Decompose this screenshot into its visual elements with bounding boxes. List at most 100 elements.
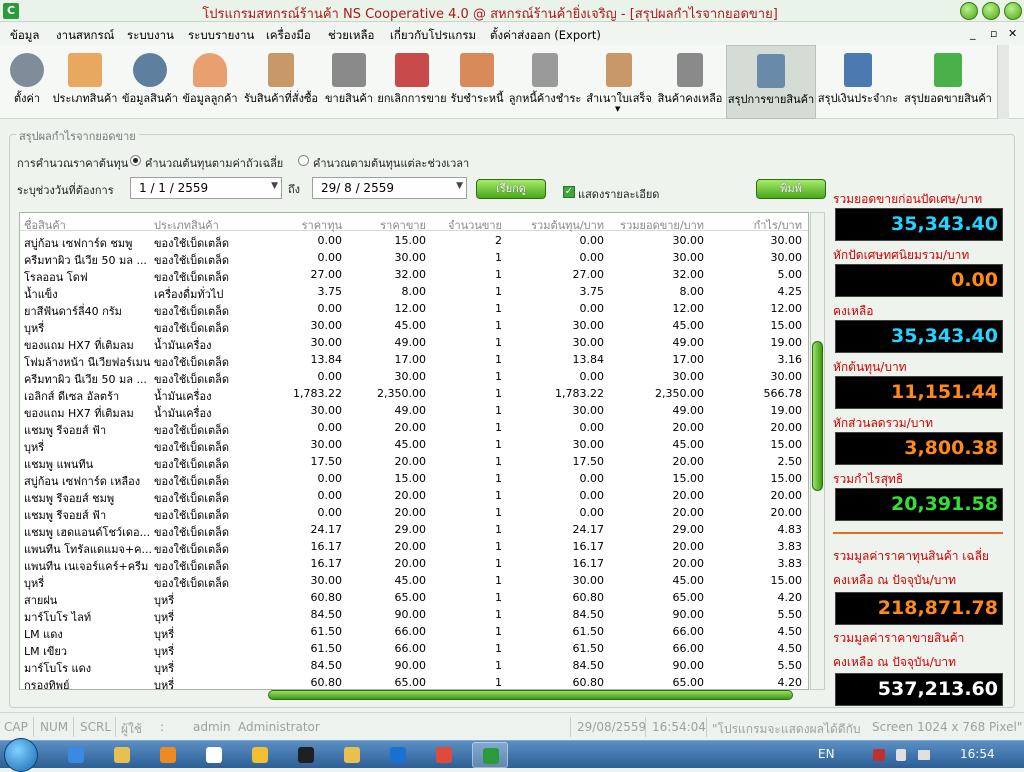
taskbar-app-button[interactable]	[288, 742, 324, 768]
table-row[interactable]: แพนทีน เนเจอร์แคร์+ครีม ของใช้เบ็ดเตล็ด 16…	[20, 555, 808, 573]
mdi-restore-button[interactable]: ▫	[990, 27, 997, 40]
radio-average-cost[interactable]	[130, 155, 141, 166]
toolbar-payment-button[interactable]: รับชำระหนี้	[448, 45, 506, 119]
toolbar-settings-button[interactable]: ตั้งค่า	[4, 45, 50, 119]
table-row[interactable]: สบู่ก้อน เซฟการ์ด เหลือง ของใช้เบ็ดเตล็ด 0…	[20, 470, 808, 488]
network-icon[interactable]	[873, 749, 885, 761]
table-cell: 90.00	[672, 608, 705, 621]
maximize-button[interactable]	[982, 2, 1000, 20]
language-indicator[interactable]: EN	[818, 747, 835, 761]
show-detail-checkbox[interactable]: ✓	[563, 186, 575, 198]
date-to-picker[interactable]: 29/ 8 / 2559 ▼	[312, 177, 467, 199]
toolbar-sales-summary-button[interactable]: สรุปการขายสินค้า	[726, 45, 816, 119]
table-row[interactable]: ครีมทาผิว นีเวีย 50 มล ... ของใช้เบ็ดเตล็…	[20, 368, 808, 386]
toolbar-category-button[interactable]: ประเภทสินค้า	[50, 45, 120, 119]
toolbar-product-sales-button[interactable]: สรุปยอดขายสินค้า	[900, 45, 996, 119]
table-row[interactable]: แชมพู รีจอยส์ ฟ้า ของใช้เบ็ดเตล็ด 0.00 20.0…	[20, 504, 808, 522]
table-row[interactable]: แชมพู รีจอยส์ ชมพู ของใช้เบ็ดเตล็ด 0.00 20.…	[20, 487, 808, 505]
table-row[interactable]: มาร์โบโร ไลท์ บุหรี่ 84.50 90.00 1 84.50 90.00…	[20, 606, 808, 624]
taskbar-app-button[interactable]	[196, 742, 232, 768]
menu-cooperative[interactable]: งานสหกรณ์	[56, 27, 114, 45]
menu-reports[interactable]: ระบบรายงาน	[188, 27, 254, 45]
toolbar-scrollbar[interactable]	[997, 45, 1009, 119]
taskbar-app-button[interactable]	[472, 742, 508, 768]
table-row[interactable]: สายฝน บุหรี่ 60.80 65.00 1 60.80 65.00 4.20	[20, 589, 808, 607]
table-cell: 20.00	[394, 421, 427, 434]
table-row[interactable]: บุหรี่ ของใช้เบ็ดเตล็ด 30.00 45.00 1 30.00 45.…	[20, 317, 808, 335]
menu-export[interactable]: ตั้งค่าส่งออก (Export)	[490, 27, 601, 45]
table-row[interactable]: แชมพู รีจอยส์ ฟ้า ของใช้เบ็ดเตล็ด 0.00 20.0…	[20, 419, 808, 437]
table-row[interactable]: LM เขียว บุหรี่ 61.50 66.00 1 61.50 66.00 4.50	[20, 640, 808, 658]
start-button[interactable]	[4, 738, 38, 772]
table-row[interactable]: LM แดง บุหรี่ 61.50 66.00 1 61.50 66.00 4.50	[20, 623, 808, 641]
title-bar: C โปรแกรมสหกรณ์ร้านค้า NS Cooperative 4.…	[0, 0, 1024, 22]
table-row[interactable]: น้ำแข็ง เครื่องดื่มทั่วไป 3.75 8.00 1 3.75 8.0…	[20, 283, 808, 301]
mdi-minimize-button[interactable]: _	[970, 27, 976, 40]
table-row[interactable]: บุหรี่ ของใช้เบ็ดเตล็ด 30.00 45.00 1 30.00 45.…	[20, 436, 808, 454]
table-row[interactable]: ยาสีฟันดาร์ลี่40 กรัม ของใช้เบ็ดเตล็ด 0.00…	[20, 300, 808, 318]
menu-help[interactable]: ช่วยเหลือ	[328, 27, 374, 45]
table-cell: 61.50	[572, 625, 605, 638]
table-row[interactable]: ของแถม HX7 ที่เติมลม น้ำมันเครื่อง 30.00 49…	[20, 402, 808, 420]
cost-method-label: การคำนวณราคาต้นทุน	[17, 157, 129, 170]
minimize-button[interactable]	[960, 2, 978, 20]
toolbar-shift-summary-button[interactable]: สรุปเงินประจำกะ	[816, 45, 900, 119]
taskbar-app-button[interactable]	[426, 742, 462, 768]
toolbar-receipt-button[interactable]: สำเนาใบเสร็จ ▼	[584, 45, 654, 119]
radio-average-cost-label[interactable]: คำนวณต้นทุนตามค่าถัวเฉลี่ย	[145, 154, 283, 172]
taskbar-clock[interactable]: 16:54	[960, 747, 995, 761]
table-row[interactable]: บุหรี่ ของใช้เบ็ดเตล็ด 30.00 45.00 1 30.00 45.…	[20, 572, 808, 590]
table-row[interactable]: สบู่ก้อน เซฟการ์ด ชมพู ของใช้เบ็ดเตล็ด 0.0…	[20, 232, 808, 250]
table-vertical-scrollbar[interactable]	[810, 212, 825, 690]
toolbar-cancel-sale-button[interactable]: ยกเลิกการขาย	[376, 45, 448, 119]
table-cell: 27.00	[310, 268, 343, 281]
table-row[interactable]: โรลออน โดฟ ของใช้เบ็ดเตล็ด 27.00 32.00 1 27.0…	[20, 266, 808, 284]
menu-data[interactable]: ข้อมูล	[10, 27, 39, 45]
taskbar-app-button[interactable]	[334, 742, 370, 768]
taskbar-app-button[interactable]	[380, 742, 416, 768]
speaker-icon[interactable]	[896, 749, 906, 761]
search-button[interactable]: เรียกดู	[476, 179, 546, 199]
table-row[interactable]: แชมพู เฮดแอนด์โชว์เดอ... ของใช้เบ็ดเตล็ด 2…	[20, 521, 808, 539]
radio-period-cost-label[interactable]: คำนวณตามต้นทุนแต่ละช่วงเวลา	[313, 154, 469, 172]
table-row[interactable]: โฟมล้างหน้า นีเวียฟอร์เมน ของใช้เบ็ดเตล็ด…	[20, 351, 808, 369]
table-cell: 1,783.22	[293, 387, 342, 400]
table-row[interactable]: แชมพู แพนทีน ของใช้เบ็ดเตล็ด 17.50 20.00 1 17…	[20, 453, 808, 471]
print-button[interactable]: พิมพ์	[756, 179, 826, 199]
table-row[interactable]: เอลิกส์ ดีเซล อัลตร้า น้ำมันเครื่อง 1,783.…	[20, 385, 808, 403]
taskbar-app-button[interactable]	[104, 742, 140, 768]
toolbar-sell-button[interactable]: ขายสินค้า	[322, 45, 376, 119]
toolbar-product-button[interactable]: ข้อมูลสินค้า	[120, 45, 180, 119]
menu-about[interactable]: เกี่ยวกับโปรแกรม	[390, 27, 476, 45]
table-row[interactable]: มาร์โบโร แดง บุหรี่ 84.50 90.00 1 84.50 90.00 5…	[20, 657, 808, 675]
teamviewer-icon	[390, 747, 406, 763]
menu-tools[interactable]: เครื่องมือ	[266, 27, 311, 45]
record-icon	[298, 747, 314, 763]
table-cell: 566.78	[763, 387, 803, 400]
table-cell: 49.00	[672, 336, 705, 349]
toolbar-receive-button[interactable]: รับสินค้าที่สั่งซื้อ	[240, 45, 322, 119]
date-from-picker[interactable]: 1 / 1 / 2559 ▼	[130, 177, 282, 199]
table-cell: 84.50	[572, 608, 605, 621]
table-row[interactable]: แพนทีน โทรัลแดแมจ+ค... ของใช้เบ็ดเตล็ด 16.…	[20, 538, 808, 556]
table-row[interactable]: กรองทิพย์ บุหรี่ 60.80 65.00 1 60.80 65.00 4.20	[20, 674, 808, 689]
display-icon[interactable]	[918, 750, 930, 760]
taskbar-app-button[interactable]	[58, 742, 94, 768]
table-row[interactable]: ครีมทาผิว นีเวีย 50 มล ... ของใช้เบ็ดเตล็…	[20, 249, 808, 267]
scrollbar-thumb[interactable]	[812, 341, 823, 491]
toolbar-inventory-button[interactable]: สินค้าคงเหลือ	[654, 45, 726, 119]
table-row[interactable]: ของแถม HX7 ที่เติมลม น้ำมันเครื่อง 30.00 49…	[20, 334, 808, 352]
close-button[interactable]	[1004, 2, 1022, 20]
taskbar-app-button[interactable]	[150, 742, 186, 768]
toolbar-customer-button[interactable]: ข้อมูลลูกค้า	[180, 45, 240, 119]
toolbar-debtor-button[interactable]: ลูกหนี้ค้างชำระ	[506, 45, 584, 119]
ns-cooperative-icon	[483, 748, 499, 764]
table-cell: 16.17	[310, 557, 343, 570]
radio-period-cost[interactable]	[298, 155, 309, 166]
table-horizontal-scrollbar[interactable]	[268, 690, 793, 700]
table-cell: 17.50	[572, 455, 605, 468]
taskbar-app-button[interactable]	[242, 742, 278, 768]
mdi-close-button[interactable]: ✕	[1008, 27, 1017, 40]
table-cell: 45.00	[394, 438, 427, 451]
menu-system[interactable]: ระบบงาน	[127, 27, 174, 45]
